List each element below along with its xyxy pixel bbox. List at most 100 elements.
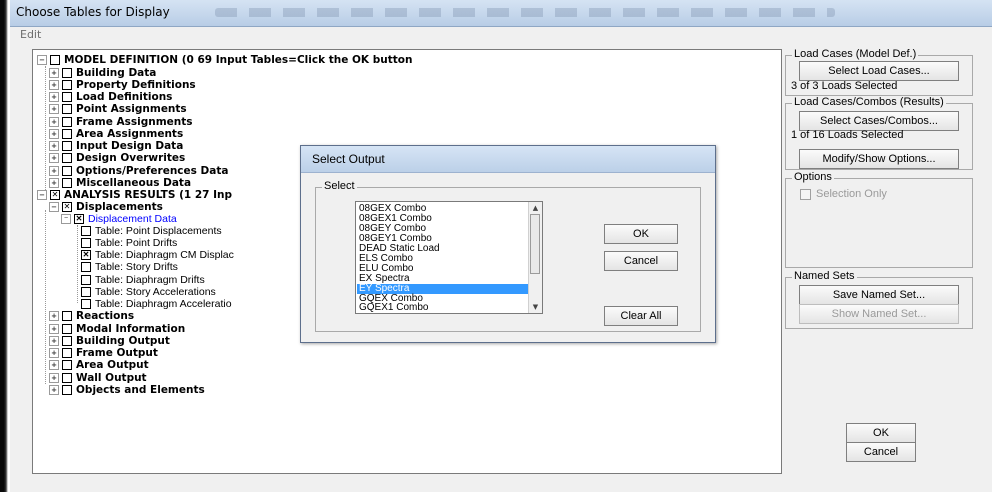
tree-node-input-design-data[interactable]: + Input Design Data xyxy=(49,140,183,152)
scroll-up-icon[interactable]: ▲ xyxy=(529,202,542,214)
tree-table-story-accelerations[interactable]: Table: Story Accelerations xyxy=(81,286,216,298)
tree-node-point-assignments[interactable]: + Point Assignments xyxy=(49,103,187,115)
expand-icon[interactable]: + xyxy=(49,360,59,370)
checkbox-icon[interactable] xyxy=(62,166,72,176)
cancel-button[interactable]: Cancel xyxy=(846,442,916,462)
checkbox-icon[interactable] xyxy=(62,141,72,151)
expand-icon[interactable]: + xyxy=(49,166,59,176)
checkbox-icon[interactable] xyxy=(62,80,72,90)
expand-icon[interactable]: + xyxy=(49,153,59,163)
checked-checkbox-icon[interactable]: ✕ xyxy=(74,214,84,225)
checked-checkbox-icon[interactable]: ✕ xyxy=(81,250,91,261)
menu-edit[interactable]: Edit xyxy=(20,28,41,41)
selection-only-checkbox[interactable] xyxy=(800,189,811,200)
expand-icon[interactable]: + xyxy=(49,178,59,188)
list-scrollbar[interactable]: ▲ ▼ xyxy=(528,202,542,313)
left-window-edge xyxy=(0,0,10,492)
tree-node-building-output[interactable]: + Building Output xyxy=(49,335,170,347)
checkbox-icon[interactable] xyxy=(62,385,72,395)
save-named-set-button[interactable]: Save Named Set... xyxy=(799,285,959,305)
tree-node-frame-assignments[interactable]: + Frame Assignments xyxy=(49,116,193,128)
scroll-down-icon[interactable]: ▼ xyxy=(529,301,542,313)
checkbox-icon[interactable] xyxy=(50,55,60,65)
select-cases-combos-button[interactable]: Select Cases/Combos... xyxy=(799,111,959,131)
checkbox-icon[interactable] xyxy=(62,336,72,346)
collapse-icon[interactable]: − xyxy=(61,214,71,225)
tree-table-point-displacements[interactable]: Table: Point Displacements xyxy=(81,225,222,237)
checkbox-icon[interactable] xyxy=(62,104,72,114)
tree-node-area-assignments[interactable]: + Area Assignments xyxy=(49,128,183,140)
tree-node-displacement-data[interactable]: − ✕ Displacement Data xyxy=(61,213,177,225)
expand-icon[interactable]: + xyxy=(49,336,59,346)
tree-table-point-drifts[interactable]: Table: Point Drifts xyxy=(81,237,177,249)
expand-icon[interactable]: + xyxy=(49,311,59,321)
tree-table-diaphragm-cm-displacements[interactable]: ✕ Table: Diaphragm CM Displac xyxy=(81,249,234,261)
tree-node-objects-and-elements[interactable]: + Objects and Elements xyxy=(49,384,205,396)
tree-node-area-output[interactable]: + Area Output xyxy=(49,359,149,371)
checkbox-icon[interactable] xyxy=(62,360,72,370)
output-case-list[interactable]: 08GEX Combo 08GEX1 Combo 08GEY Combo 08G… xyxy=(355,201,543,314)
checkbox-icon[interactable] xyxy=(81,275,91,286)
tree-node-model-definition[interactable]: − MODEL DEFINITION (0 69 Input Tables=Cli… xyxy=(37,54,412,66)
collapse-icon[interactable]: − xyxy=(37,55,47,65)
ok-button[interactable]: OK xyxy=(846,423,916,443)
checkbox-icon[interactable] xyxy=(81,226,91,237)
checked-checkbox-icon[interactable]: ✕ xyxy=(62,202,72,212)
tree-node-modal-information[interactable]: + Modal Information xyxy=(49,323,185,335)
selection-only-label: Selection Only xyxy=(816,188,887,200)
collapse-icon[interactable]: − xyxy=(49,202,59,212)
checkbox-icon[interactable] xyxy=(62,153,72,163)
list-item[interactable]: GQEX1 Combo xyxy=(359,303,529,313)
tree-node-reactions[interactable]: + Reactions xyxy=(49,310,134,322)
tree-node-design-overwrites[interactable]: + Design Overwrites xyxy=(49,152,185,164)
expand-icon[interactable]: + xyxy=(49,385,59,395)
checkbox-icon[interactable] xyxy=(62,117,72,127)
modify-show-options-button[interactable]: Modify/Show Options... xyxy=(799,149,959,169)
tree-table-story-drifts[interactable]: Table: Story Drifts xyxy=(81,261,178,273)
checkbox-icon[interactable] xyxy=(62,311,72,321)
checkbox-icon[interactable] xyxy=(62,373,72,383)
checkbox-icon[interactable] xyxy=(62,129,72,139)
checkbox-icon[interactable] xyxy=(62,348,72,358)
options-title: Options xyxy=(792,171,834,183)
tree-table-diaphragm-drifts[interactable]: Table: Diaphragm Drifts xyxy=(81,274,205,286)
checkbox-icon[interactable] xyxy=(62,324,72,334)
tree-table-diaphragm-accelerations[interactable]: Table: Diaphragm Acceleratio xyxy=(81,298,232,310)
expand-icon[interactable]: + xyxy=(49,68,59,78)
clear-all-button[interactable]: Clear All xyxy=(604,306,678,326)
checkbox-icon[interactable] xyxy=(81,287,91,298)
tree-node-frame-output[interactable]: + Frame Output xyxy=(49,347,158,359)
results-status: 1 of 16 Loads Selected xyxy=(791,129,904,141)
checkbox-icon[interactable] xyxy=(81,299,91,310)
expand-icon[interactable]: + xyxy=(49,92,59,102)
select-load-cases-button[interactable]: Select Load Cases... xyxy=(799,61,959,81)
expand-icon[interactable]: + xyxy=(49,129,59,139)
tree-node-load-definitions[interactable]: + Load Definitions xyxy=(49,91,172,103)
dialog-cancel-button[interactable]: Cancel xyxy=(604,251,678,271)
checkbox-icon[interactable] xyxy=(62,178,72,188)
tree-node-options-preferences[interactable]: + Options/Preferences Data xyxy=(49,165,228,177)
checkbox-icon[interactable] xyxy=(62,68,72,78)
dialog-ok-button[interactable]: OK xyxy=(604,224,678,244)
checked-checkbox-icon[interactable]: ✕ xyxy=(50,190,60,200)
scroll-thumb[interactable] xyxy=(530,214,540,274)
expand-icon[interactable]: + xyxy=(49,324,59,334)
tree-node-property-definitions[interactable]: + Property Definitions xyxy=(49,79,196,91)
expand-icon[interactable]: + xyxy=(49,117,59,127)
dialog-title-bar: Select Output xyxy=(301,146,715,173)
show-named-set-button[interactable]: Show Named Set... xyxy=(799,304,959,324)
expand-icon[interactable]: + xyxy=(49,104,59,114)
tree-node-displacements[interactable]: − ✕ Displacements xyxy=(49,201,163,213)
tree-node-miscellaneous-data[interactable]: + Miscellaneous Data xyxy=(49,177,191,189)
tree-node-building-data[interactable]: + Building Data xyxy=(49,67,156,79)
expand-icon[interactable]: + xyxy=(49,373,59,383)
expand-icon[interactable]: + xyxy=(49,80,59,90)
collapse-icon[interactable]: − xyxy=(37,190,47,200)
checkbox-icon[interactable] xyxy=(81,238,91,249)
checkbox-icon[interactable] xyxy=(62,92,72,102)
checkbox-icon[interactable] xyxy=(81,262,91,273)
tree-node-wall-output[interactable]: + Wall Output xyxy=(49,372,147,384)
expand-icon[interactable]: + xyxy=(49,348,59,358)
tree-node-analysis-results[interactable]: − ✕ ANALYSIS RESULTS (1 27 Inp xyxy=(37,189,232,201)
expand-icon[interactable]: + xyxy=(49,141,59,151)
